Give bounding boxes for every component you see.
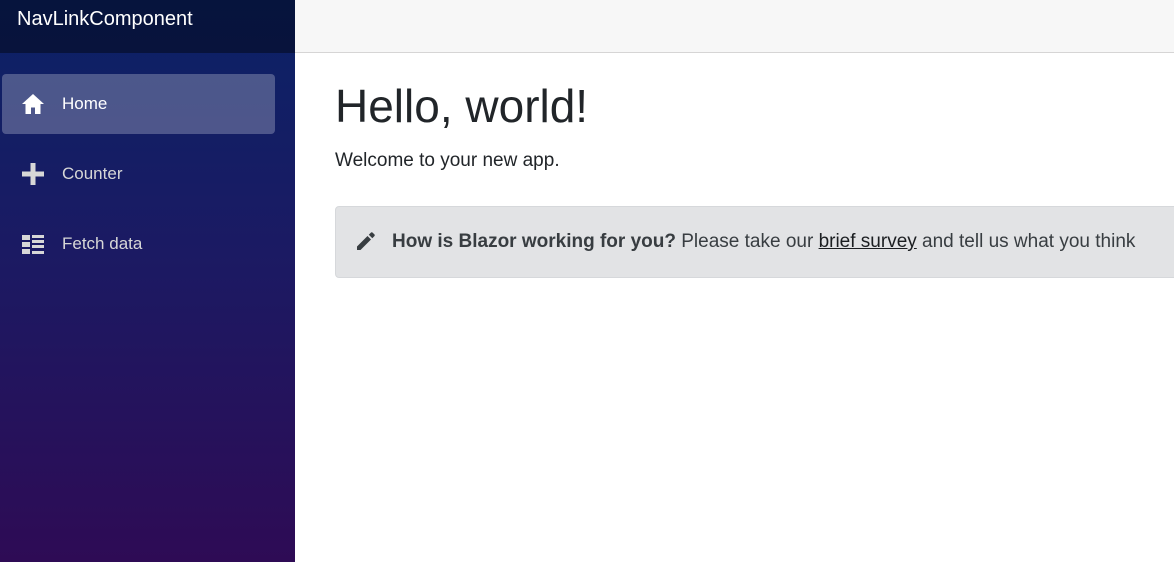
nav-item-label: Fetch data: [62, 234, 143, 253]
nav-item-label: Home: [62, 94, 108, 113]
app-window: NavLinkComponent Home Counter Fetch data…: [0, 0, 1174, 562]
sidebar: NavLinkComponent Home Counter Fetch data: [0, 0, 295, 562]
nav-item-label: Counter: [62, 164, 123, 183]
survey-text-before: Please take our: [675, 231, 819, 252]
page-title: Hello, world!: [335, 80, 589, 132]
survey-message: How is Blazor working for you? Please ta…: [392, 231, 1135, 253]
survey-text-after: and tell us what you think: [916, 231, 1136, 252]
welcome-text: Welcome to your new app.: [335, 150, 560, 171]
nav-item-fetch-data[interactable]: Fetch data: [2, 214, 275, 274]
survey-question: How is Blazor working for you?: [392, 231, 676, 252]
top-row: [295, 0, 1174, 53]
nav-item-counter[interactable]: Counter: [2, 144, 275, 204]
survey-alert: How is Blazor working for you? Please ta…: [335, 206, 1174, 278]
survey-link[interactable]: brief survey: [819, 231, 917, 252]
pencil-icon: [357, 232, 375, 250]
brand-bar: NavLinkComponent: [0, 0, 295, 53]
home-icon: [22, 94, 44, 114]
brand-link[interactable]: NavLinkComponent: [17, 0, 295, 29]
plus-icon: [22, 163, 44, 185]
nav-item-home[interactable]: Home: [2, 74, 275, 134]
list-icon: [22, 235, 44, 254]
